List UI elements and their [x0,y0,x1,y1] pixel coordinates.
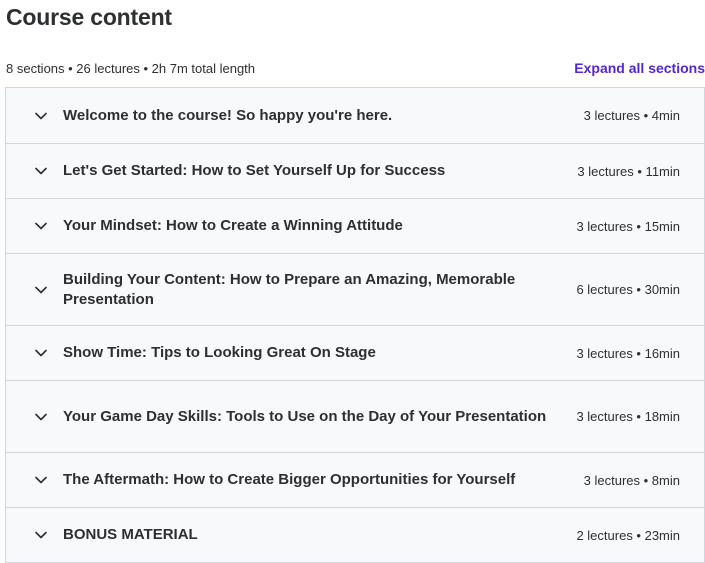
chevron-down-icon [34,410,48,424]
chevron-down-icon [34,528,48,542]
section-meta: 3 lectures • 8min [583,472,680,488]
section-title: Your Game Day Skills: Tools to Use on th… [63,407,547,425]
section-header[interactable]: Your Mindset: How to Create a Winning At… [6,199,704,254]
section-title: Building Your Content: How to Prepare an… [63,270,516,308]
sections-accordion: Welcome to the course! So happy you're h… [5,87,705,563]
course-content-panel: Course content 8 sections • 26 lectures … [0,0,705,563]
section-header[interactable]: Your Game Day Skills: Tools to Use on th… [6,381,704,453]
section-meta: 3 lectures • 16min [576,345,680,361]
section-title: The Aftermath: How to Create Bigger Oppo… [63,471,516,488]
section-header[interactable]: The Aftermath: How to Create Bigger Oppo… [6,453,704,508]
chevron-down-icon [34,219,48,233]
section-meta: 3 lectures • 15min [576,218,680,234]
course-summary: 8 sections • 26 lectures • 2h 7m total l… [6,60,256,76]
section-title: Welcome to the course! So happy you're h… [63,106,393,124]
section-header[interactable]: BONUS MATERIAL 2 lectures • 23min [6,508,704,562]
summary-row: 8 sections • 26 lectures • 2h 7m total l… [6,58,705,78]
page-title: Course content [6,4,172,30]
section-meta: 3 lectures • 4min [583,108,680,123]
section-header[interactable]: Show Time: Tips to Looking Great On Stag… [6,326,704,381]
section-title: BONUS MATERIAL [63,526,198,543]
section-meta: 3 lectures • 11min [577,163,680,179]
chevron-down-icon [34,283,48,297]
expand-all-sections-button[interactable]: Expand all sections [574,60,705,76]
section-title: Let's Get Started: How to Set Yourself U… [63,162,446,179]
chevron-down-icon [34,109,48,123]
chevron-down-icon [34,164,48,178]
section-meta: 2 lectures • 23min [576,527,680,543]
section-header[interactable]: Welcome to the course! So happy you're h… [6,88,704,144]
chevron-down-icon [34,473,48,487]
section-header[interactable]: Building Your Content: How to Prepare an… [6,254,704,326]
section-meta: 3 lectures • 18min [576,409,680,424]
chevron-down-icon [34,346,48,360]
section-meta: 6 lectures • 30min [576,282,680,297]
section-title: Your Mindset: How to Create a Winning At… [63,217,403,234]
section-title: Show Time: Tips to Looking Great On Stag… [63,344,376,361]
section-header[interactable]: Let's Get Started: How to Set Yourself U… [6,144,704,199]
